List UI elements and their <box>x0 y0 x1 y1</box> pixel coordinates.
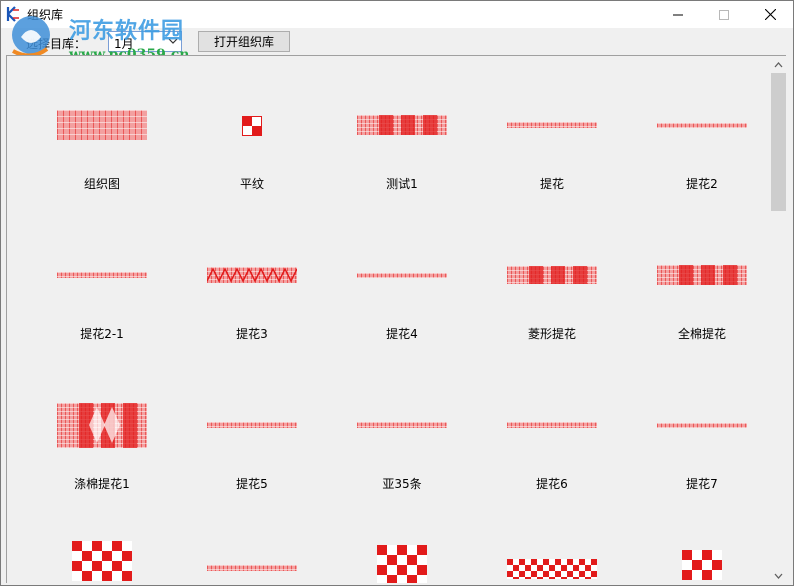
pattern-thumbnail <box>377 545 427 583</box>
pattern-thumbnail-wrap <box>327 273 477 278</box>
pattern-thumbnail-wrap <box>177 565 327 571</box>
pattern-thumbnail <box>57 403 147 448</box>
pattern-label: 全棉提花 <box>677 327 726 341</box>
pattern-thumbnail <box>72 541 132 581</box>
pattern-label: 提花7 <box>686 477 718 491</box>
pattern-item[interactable] <box>477 56 627 579</box>
pattern-label: 提花2-1 <box>80 327 124 341</box>
chevron-down-icon <box>774 573 783 579</box>
watermark-name: 河东软件园 <box>69 18 185 44</box>
maximize-button[interactable] <box>701 1 747 28</box>
maximize-icon <box>719 9 729 20</box>
pattern-thumbnail <box>682 550 722 580</box>
pattern-item[interactable] <box>177 56 327 571</box>
pattern-thumbnail <box>357 422 447 428</box>
library-window: 组织库 选择目库： 1月 打开组织库 河东软件园 www.pc0359.cn 组… <box>0 0 794 586</box>
pattern-item[interactable]: 提花4 <box>327 212 477 362</box>
pattern-item[interactable]: 亚35条 <box>327 362 477 512</box>
pattern-item[interactable] <box>627 56 777 580</box>
scroll-thumb[interactable] <box>771 73 786 211</box>
pattern-label: 菱形提花 <box>527 327 576 341</box>
library-grid-panel: 组织图 平纹 测试1 提花 提花2 提花2-1 提花3 提花4 菱形提花 全棉提花 涤棉提花1 提花5… <box>6 55 786 583</box>
pattern-thumbnail-wrap <box>327 422 477 428</box>
pattern-thumbnail-wrap <box>477 266 627 284</box>
pattern-thumbnail-wrap <box>27 272 177 278</box>
pattern-thumbnail-wrap <box>627 550 777 580</box>
close-icon <box>764 9 776 20</box>
pattern-thumbnail <box>57 272 147 278</box>
close-button[interactable] <box>747 1 793 28</box>
pattern-item[interactable]: 提花6 <box>477 362 627 512</box>
pattern-thumbnail <box>507 266 597 284</box>
pattern-thumbnail-wrap <box>27 403 177 448</box>
pattern-item[interactable]: 菱形提花 <box>477 212 627 362</box>
pattern-thumbnail <box>507 422 597 428</box>
pattern-item[interactable]: 提花3 <box>177 212 327 362</box>
pattern-label: 提花4 <box>386 327 418 341</box>
pattern-thumbnail <box>657 265 747 285</box>
chevron-up-icon <box>774 61 783 67</box>
scroll-down-button[interactable] <box>770 567 786 583</box>
scroll-up-button[interactable] <box>770 56 786 73</box>
pattern-thumbnail <box>657 423 747 428</box>
pattern-thumbnail-wrap <box>327 545 477 583</box>
pattern-item[interactable]: 提花7 <box>627 362 777 512</box>
pattern-label: 亚35条 <box>382 477 422 491</box>
pattern-thumbnail <box>207 565 297 571</box>
pattern-item[interactable]: 提花5 <box>177 362 327 512</box>
pattern-item[interactable] <box>327 56 477 583</box>
pattern-item[interactable]: 提花2-1 <box>27 212 177 362</box>
pattern-thumbnail-wrap <box>627 423 777 428</box>
pattern-thumbnail <box>207 267 297 283</box>
pattern-thumbnail <box>207 422 297 428</box>
pattern-thumbnail-wrap <box>477 422 627 428</box>
open-library-button[interactable]: 打开组织库 <box>198 31 290 52</box>
vertical-scrollbar[interactable] <box>770 56 786 583</box>
pattern-thumbnail-wrap <box>177 267 327 283</box>
pattern-item[interactable] <box>27 56 177 581</box>
pattern-label: 提花6 <box>536 477 568 491</box>
pattern-thumbnail-wrap <box>177 422 327 428</box>
pattern-thumbnail-wrap <box>477 559 627 579</box>
pattern-item[interactable]: 全棉提花 <box>627 212 777 362</box>
minimize-button[interactable] <box>655 1 701 28</box>
minimize-icon <box>673 14 683 15</box>
pattern-thumbnail-wrap <box>27 541 177 581</box>
pattern-label: 提花5 <box>236 477 268 491</box>
pattern-label: 涤棉提花1 <box>74 477 130 491</box>
pattern-thumbnail-wrap <box>627 265 777 285</box>
pattern-thumbnail <box>507 559 597 579</box>
pattern-item[interactable]: 涤棉提花1 <box>27 362 177 512</box>
pattern-thumbnail <box>357 273 447 278</box>
pattern-label: 提花3 <box>236 327 268 341</box>
